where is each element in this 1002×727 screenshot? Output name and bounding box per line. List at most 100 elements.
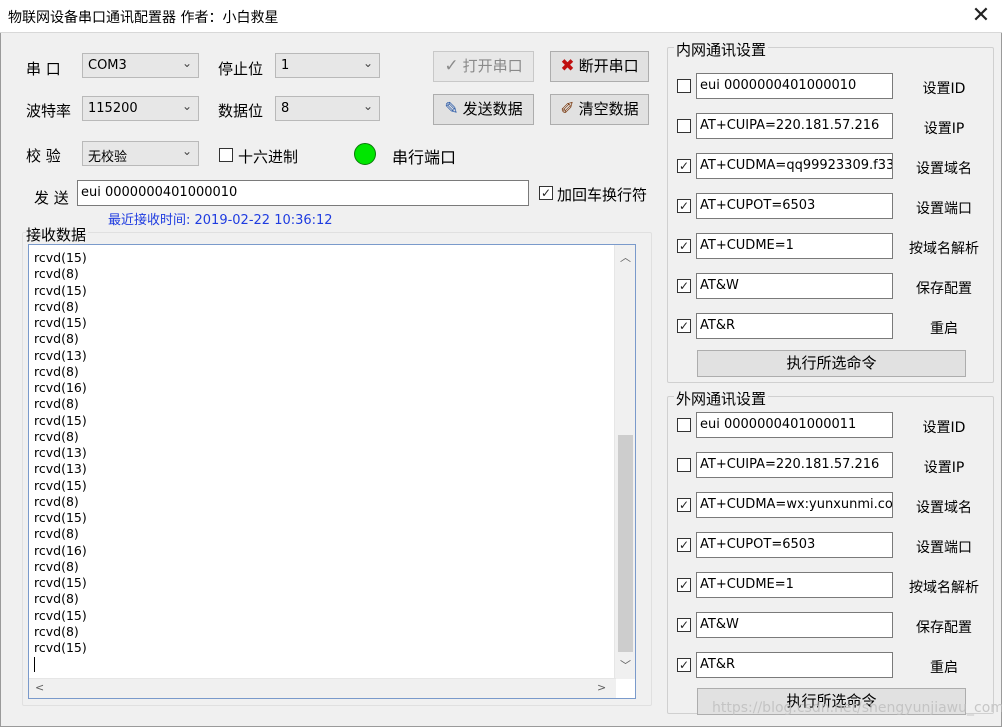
port-select[interactable]: COM3 ⌄ — [82, 53, 199, 78]
inner-row-checkbox[interactable]: ✓ — [677, 199, 691, 213]
outer-row-label: 设置域名 — [916, 500, 972, 516]
inner-row-command-input[interactable]: AT+CUPOT=6503 — [696, 193, 893, 219]
inner-row-command-input[interactable]: AT+CUDME=1 — [696, 233, 893, 259]
send-data-button[interactable]: ✎ 发送数据 — [433, 94, 534, 125]
last-recv-time: 最近接收时间: 2019-02-22 10:36:12 — [108, 213, 333, 228]
baud-label: 波特率 — [26, 102, 72, 120]
chevron-down-icon: ⌄ — [181, 144, 192, 158]
hex-label: 十六进制 — [238, 148, 299, 166]
receive-line: rcvd(15) — [34, 315, 87, 330]
receive-line: rcvd(13) — [34, 461, 87, 477]
receive-line: rcvd(8) — [34, 331, 79, 347]
send-input[interactable]: eui 0000000401000010 — [77, 180, 529, 206]
outer-row-checkbox[interactable]: ✓ — [677, 578, 691, 592]
send-icon: ✎ — [444, 99, 459, 119]
send-data-label: 发送数据 — [462, 100, 523, 118]
inner-row-checkbox[interactable]: ✓ — [677, 159, 691, 173]
receive-line: rcvd(8) — [34, 623, 79, 639]
outer-row-checkbox[interactable]: ✓ — [677, 538, 691, 552]
scroll-left-icon[interactable]: < — [35, 681, 44, 694]
chevron-down-icon: ⌄ — [362, 56, 373, 70]
receive-line: rcvd(8) — [34, 493, 79, 509]
receive-line: rcvd(13) — [34, 347, 87, 363]
inner-exec-button[interactable]: 执行所选命令 — [697, 350, 966, 377]
window-title: 物联网设备串口通讯配置器 作者：小白救星 — [8, 10, 279, 26]
parity-select[interactable]: 无校验 ⌄ — [82, 141, 199, 166]
receive-textarea[interactable]: rcvd(15) rcvd(8) rcvd(15) rcvd(8) rcvd(15) rc… — [28, 244, 636, 699]
inner-row-label: 设置域名 — [916, 161, 972, 177]
baud-select[interactable]: 115200 ⌄ — [82, 96, 199, 121]
receive-label: 接收数据 — [26, 224, 89, 245]
inner-row-command-input[interactable]: eui 0000000401000010 — [696, 73, 893, 99]
outer-row-command-input[interactable]: AT+CUDME=1 — [696, 572, 893, 598]
scroll-up-icon[interactable]: ︿ — [620, 249, 631, 265]
receive-lines: rcvd(15) rcvd(8) rcvd(15) rcvd(8) rcvd(15) rc… — [34, 250, 87, 673]
baud-value: 115200 — [88, 101, 138, 116]
outer-row-label: 保存配置 — [916, 620, 972, 636]
receive-line: rcvd(15) — [34, 477, 87, 493]
inner-row-checkbox[interactable] — [677, 79, 691, 93]
crlf-checkbox[interactable]: ✓ — [539, 186, 553, 200]
vertical-scrollbar[interactable]: ︿ ﹀ — [614, 245, 635, 679]
stopbits-value: 1 — [281, 58, 290, 73]
inner-row-label: 设置ID — [922, 81, 966, 97]
inner-row-checkbox[interactable]: ✓ — [677, 239, 691, 253]
scroll-thumb[interactable] — [618, 435, 633, 652]
databits-select[interactable]: 8 ⌄ — [275, 96, 380, 121]
hex-checkbox[interactable] — [219, 148, 233, 162]
check-icon: ✓ — [444, 56, 459, 76]
receive-line: rcvd(8) — [34, 363, 79, 379]
inner-row-checkbox[interactable] — [677, 119, 691, 133]
horizontal-scrollbar[interactable]: < > — [29, 678, 616, 698]
title-bar: 物联网设备串口通讯配置器 作者：小白救星 ✕ — [0, 0, 1002, 33]
receive-line: rcvd(8) — [34, 396, 79, 412]
outer-row-checkbox[interactable]: ✓ — [677, 498, 691, 512]
outer-row-checkbox[interactable]: ✓ — [677, 618, 691, 632]
parity-label: 校 验 — [26, 147, 61, 165]
close-port-button[interactable]: ✖ 断开串口 — [550, 51, 649, 82]
clear-data-button[interactable]: ✐ 清空数据 — [550, 94, 649, 125]
text-caret — [34, 657, 35, 673]
clear-data-label: 清空数据 — [578, 100, 639, 118]
open-port-button[interactable]: ✓ 打开串口 — [433, 51, 534, 82]
outer-row-checkbox[interactable] — [677, 458, 691, 472]
outer-settings-title: 外网通讯设置 — [674, 388, 769, 409]
outer-row-command-input[interactable]: AT+CUIPA=220.181.57.216 — [696, 452, 893, 478]
outer-row-command-input[interactable]: AT&R — [696, 652, 893, 678]
port-value: COM3 — [88, 58, 127, 73]
stopbits-select[interactable]: 1 ⌄ — [275, 53, 380, 78]
outer-row-checkbox[interactable] — [677, 418, 691, 432]
watermark-text: https://blog.csdn.net/shengyunjiawu_com — [712, 700, 1002, 716]
inner-row-command-input[interactable]: AT&W — [696, 273, 893, 299]
chevron-down-icon: ⌄ — [181, 99, 192, 113]
parity-value: 无校验 — [88, 150, 128, 165]
receive-line: rcvd(15) — [34, 250, 87, 265]
receive-line: rcvd(16) — [34, 380, 87, 395]
outer-row-command-input[interactable]: AT+CUDMA=wx:yunxunmi.com — [696, 492, 893, 518]
outer-row-command-input[interactable]: AT&W — [696, 612, 893, 638]
inner-row-command-input[interactable]: AT+CUIPA=220.181.57.216 — [696, 113, 893, 139]
inner-row-checkbox[interactable]: ✓ — [677, 279, 691, 293]
receive-line: rcvd(8) — [34, 266, 79, 282]
scroll-down-icon[interactable]: ﹀ — [620, 657, 631, 673]
inner-row-command-input[interactable]: AT+CUDMA=qq99923309.f3322.net — [696, 153, 893, 179]
outer-row-label: 按域名解析 — [909, 580, 979, 596]
close-icon[interactable]: ✕ — [966, 2, 996, 30]
broom-icon: ✐ — [560, 99, 575, 119]
receive-line: rcvd(13) — [34, 445, 87, 460]
receive-line: rcvd(8) — [34, 298, 79, 314]
inner-row-command-input[interactable]: AT&R — [696, 313, 893, 339]
outer-row-command-input[interactable]: eui 0000000401000011 — [696, 412, 893, 438]
outer-row-label: 重启 — [930, 660, 958, 676]
outer-row-command-input[interactable]: AT+CUPOT=6503 — [696, 532, 893, 558]
receive-line: rcvd(15) — [34, 575, 87, 590]
close-port-label: 断开串口 — [578, 57, 639, 75]
inner-row-label: 按域名解析 — [909, 241, 979, 257]
scroll-right-icon[interactable]: > — [597, 681, 606, 694]
outer-row-checkbox[interactable]: ✓ — [677, 658, 691, 672]
receive-line: rcvd(8) — [34, 558, 79, 574]
inner-row-label: 设置端口 — [916, 201, 972, 217]
inner-row-checkbox[interactable]: ✓ — [677, 319, 691, 333]
receive-line: rcvd(15) — [34, 607, 87, 623]
inner-row-label: 重启 — [930, 321, 958, 337]
